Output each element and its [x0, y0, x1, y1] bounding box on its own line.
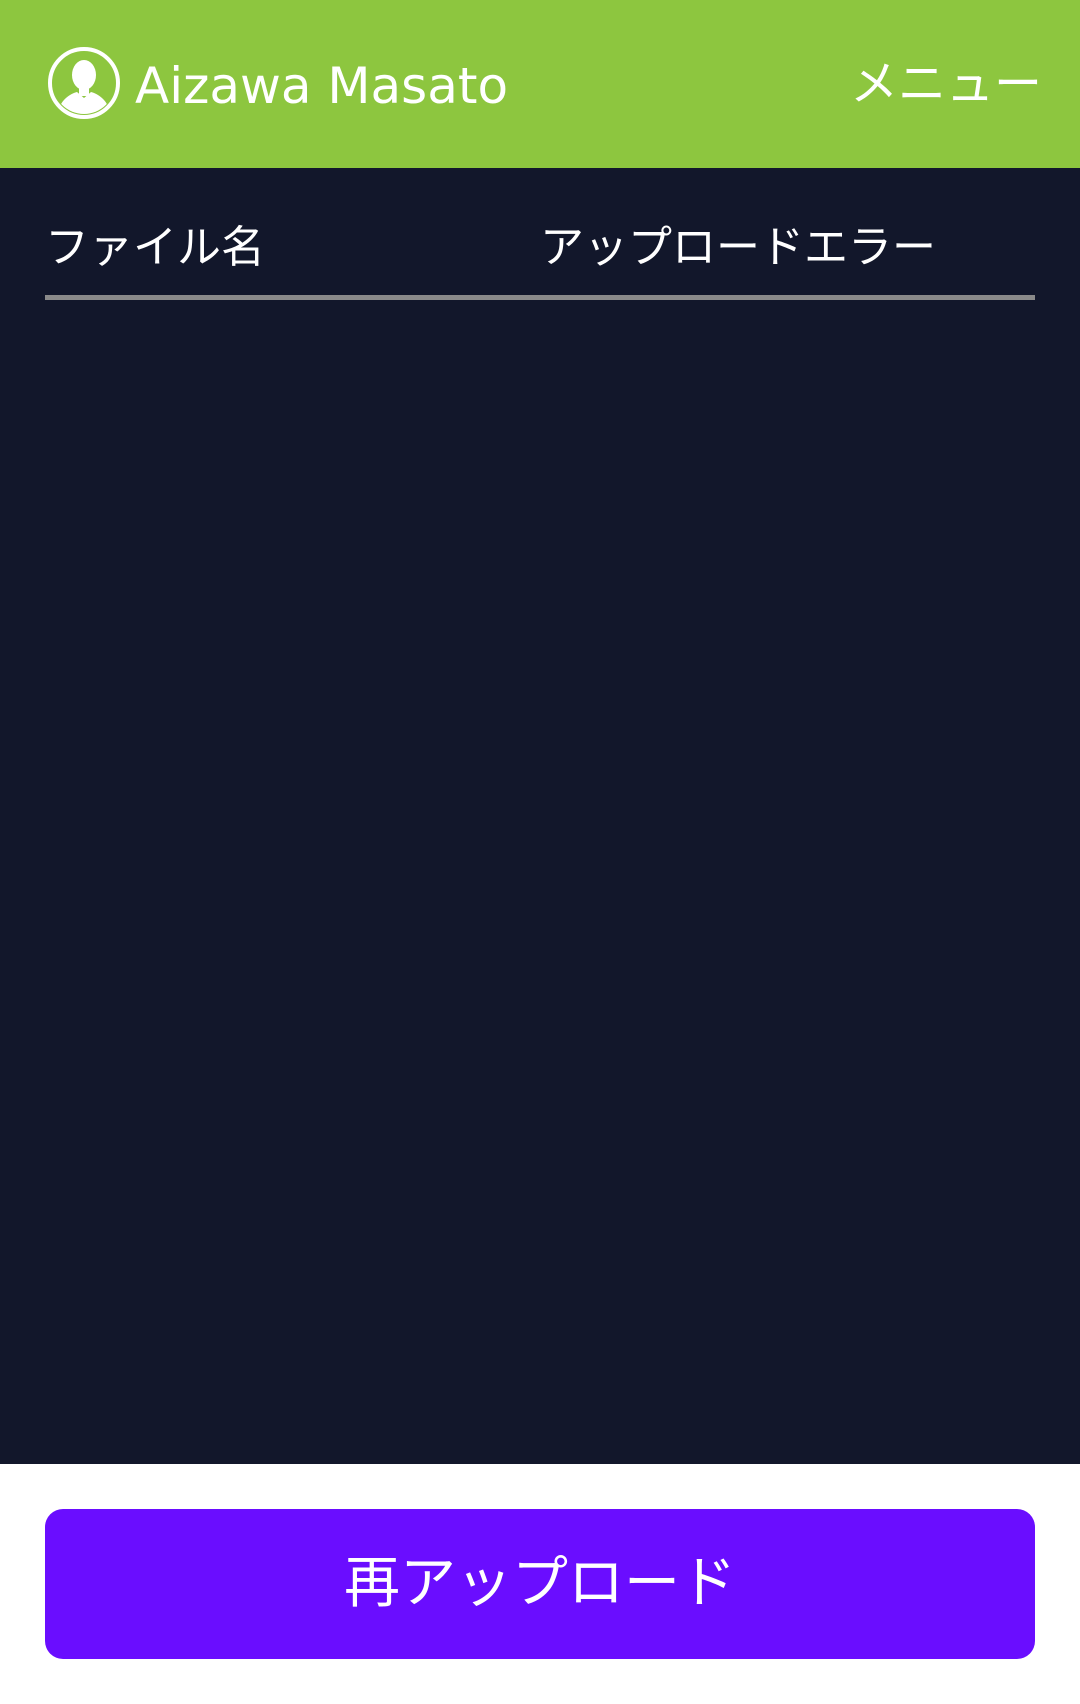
- footer: 再アップロード: [0, 1464, 1080, 1704]
- column-header-filename: ファイル名: [45, 222, 265, 273]
- column-header-upload-error: アップロードエラー: [540, 222, 936, 273]
- upload-error-panel: ファイル名 アップロードエラー: [0, 168, 1080, 1464]
- table-header: ファイル名 アップロードエラー: [45, 218, 1035, 300]
- table-body[interactable]: [45, 300, 1035, 1440]
- user-name: Aizawa Masato: [135, 57, 509, 115]
- menu-button[interactable]: メニュー: [850, 52, 1042, 116]
- app-header: Aizawa Masato メニュー: [0, 0, 1080, 168]
- user-avatar-icon[interactable]: [47, 46, 121, 120]
- reupload-button[interactable]: 再アップロード: [45, 1509, 1035, 1659]
